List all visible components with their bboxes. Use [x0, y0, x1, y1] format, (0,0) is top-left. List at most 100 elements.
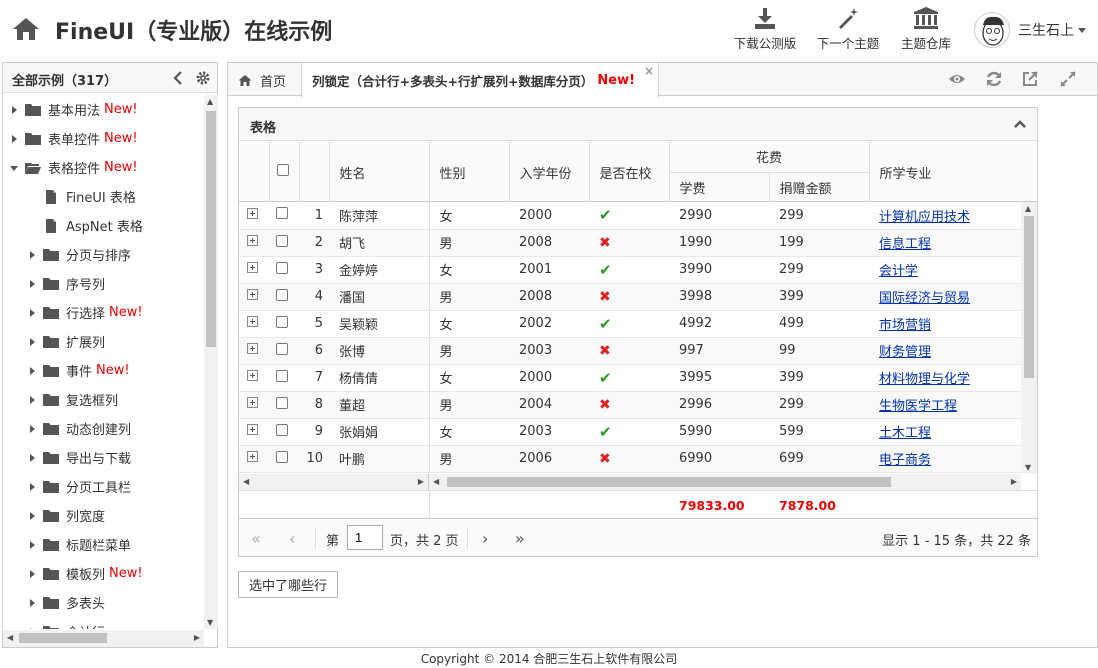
major-link[interactable]: 财务管理 — [879, 345, 931, 360]
selected-rows-button[interactable]: 选中了哪些行 — [238, 571, 338, 598]
scroll-up-icon[interactable]: ▲ — [1025, 204, 1031, 213]
expand-icon[interactable] — [1059, 70, 1077, 88]
expand-row-icon[interactable] — [247, 289, 258, 300]
sidebar-item[interactable]: FineUI 表格 — [3, 182, 203, 211]
sidebar-item[interactable]: 导出与下载 — [3, 443, 203, 472]
eye-icon[interactable] — [948, 70, 966, 88]
scroll-down-icon[interactable]: ▼ — [207, 618, 213, 627]
table-row[interactable]: 6 张博男 2003 ✖ 997 99 财务管理 — [239, 337, 1021, 365]
scrollbar-thumb[interactable] — [1024, 216, 1034, 378]
caret-right-icon[interactable] — [27, 540, 37, 550]
table-row[interactable]: 2 胡飞男 2008 ✖ 1990 199 信息工程 — [239, 229, 1021, 257]
sidebar-item[interactable]: 动态创建列 — [3, 414, 203, 443]
next-theme-button[interactable]: 下一个主题 — [816, 6, 880, 52]
caret-right-icon[interactable] — [9, 105, 19, 115]
caret-right-icon[interactable] — [27, 598, 37, 608]
sidebar-item[interactable]: 分页工具栏 — [3, 472, 203, 501]
table-row[interactable]: 4 潘国男 2008 ✖ 3998 399 国际经济与贸易 — [239, 283, 1021, 311]
column-header-major[interactable]: 所学专业 — [869, 142, 1037, 202]
external-link-icon[interactable] — [1021, 70, 1039, 88]
sidebar-item[interactable]: 序号列 — [3, 269, 203, 298]
major-link[interactable]: 市场营销 — [879, 318, 931, 333]
first-page-icon[interactable]: « — [251, 529, 261, 548]
major-link[interactable]: 生物医学工程 — [879, 399, 957, 414]
column-header-year[interactable]: 入学年份 — [509, 142, 590, 202]
home-icon[interactable] — [12, 16, 40, 42]
tab-column-lock[interactable]: 列锁定（合计行+多表头+行扩展列+数据库分页） New! × — [302, 63, 659, 97]
sidebar-item[interactable]: 合计行 — [3, 617, 203, 629]
sidebar-vertical-scrollbar[interactable]: ▲ ▼ — [204, 95, 218, 629]
table-row[interactable]: 8 董超男 2004 ✖ 2996 299 生物医学工程 — [239, 391, 1021, 419]
expand-row-icon[interactable] — [247, 316, 258, 327]
row-checkbox[interactable] — [276, 342, 288, 355]
scroll-right-icon[interactable]: ▶ — [194, 633, 200, 642]
expand-row-icon[interactable] — [247, 451, 258, 462]
column-header-donation[interactable]: 捐赠金额 — [769, 172, 870, 202]
row-checkbox[interactable] — [276, 423, 288, 436]
row-checkbox[interactable] — [276, 261, 288, 274]
expand-row-icon[interactable] — [247, 207, 258, 219]
table-row[interactable]: 3 金婷婷女 2001 ✔ 3990 299 会计学 — [239, 256, 1021, 284]
major-link[interactable]: 国际经济与贸易 — [879, 291, 970, 306]
close-icon[interactable]: × — [644, 64, 654, 78]
download-button[interactable]: 下载公测版 — [733, 6, 797, 52]
expand-row-icon[interactable] — [247, 424, 258, 435]
caret-right-icon[interactable] — [27, 453, 37, 463]
sidebar-item[interactable]: AspNet 表格 — [3, 211, 203, 240]
caret-right-icon[interactable] — [27, 482, 37, 492]
expand-row-icon[interactable] — [247, 397, 258, 408]
sidebar-item[interactable]: 标题栏菜单 — [3, 530, 203, 559]
sidebar-item[interactable]: 表单控件 New! — [3, 124, 203, 153]
last-page-icon[interactable]: » — [515, 529, 525, 548]
major-link[interactable]: 信息工程 — [879, 237, 931, 252]
major-link[interactable]: 土木工程 — [879, 426, 931, 441]
select-all-header[interactable] — [269, 142, 300, 202]
sidebar-item[interactable]: 行选择 New! — [3, 298, 203, 327]
major-link[interactable]: 会计学 — [879, 264, 918, 279]
chevron-up-icon[interactable] — [1013, 117, 1027, 131]
expand-row-icon[interactable] — [247, 343, 258, 354]
sidebar-item[interactable]: 列宽度 — [3, 501, 203, 530]
user-menu[interactable]: 三生石上 — [974, 10, 1086, 50]
sidebar-item[interactable]: 扩展列 — [3, 327, 203, 356]
gear-icon[interactable] — [195, 70, 211, 86]
caret-right-icon[interactable] — [27, 279, 37, 289]
scroll-left-icon[interactable]: ◀ — [243, 477, 249, 486]
row-checkbox[interactable] — [276, 450, 288, 463]
scroll-right-icon[interactable]: ▶ — [418, 477, 424, 486]
sidebar-item[interactable]: 事件 New! — [3, 356, 203, 385]
major-link[interactable]: 电子商务 — [879, 453, 931, 468]
scroll-down-icon[interactable]: ▼ — [1025, 463, 1031, 472]
expand-row-icon[interactable] — [247, 262, 258, 273]
sidebar-item[interactable]: 模板列 New! — [3, 559, 203, 588]
caret-right-icon[interactable] — [27, 511, 37, 521]
caret-right-icon[interactable] — [27, 395, 37, 405]
caret-right-icon[interactable] — [27, 337, 37, 347]
expand-row-icon[interactable] — [247, 235, 258, 246]
column-header-name[interactable]: 姓名 — [329, 142, 430, 202]
refresh-icon[interactable] — [985, 70, 1003, 88]
theme-gallery-button[interactable]: 主题仓库 — [898, 6, 954, 52]
expand-row-icon[interactable] — [247, 370, 258, 381]
prev-page-icon[interactable]: ‹ — [289, 529, 295, 548]
caret-right-icon[interactable] — [27, 627, 37, 630]
table-row[interactable]: 9 张娟娟女 2003 ✔ 5990 599 土木工程 — [239, 418, 1021, 446]
grid-vertical-scrollbar[interactable]: ▲ ▼ — [1021, 202, 1037, 474]
scroll-up-icon[interactable]: ▲ — [207, 97, 213, 106]
chevron-left-icon[interactable] — [171, 70, 185, 86]
caret-right-icon[interactable] — [9, 134, 19, 144]
table-row[interactable]: 5 吴颖颖女 2002 ✔ 4992 499 市场营销 — [239, 310, 1021, 338]
scrollbar-thumb[interactable] — [447, 477, 891, 487]
select-all-checkbox[interactable] — [276, 164, 289, 176]
column-header-gender[interactable]: 性别 — [429, 142, 510, 202]
row-checkbox[interactable] — [276, 315, 288, 328]
caret-right-icon[interactable] — [27, 250, 37, 260]
row-checkbox[interactable] — [276, 369, 288, 382]
table-row[interactable]: 1 陈萍萍女 2000 ✔ 2990 299 计算机应用技术 — [239, 202, 1021, 230]
row-checkbox[interactable] — [276, 396, 288, 409]
caret-right-icon[interactable] — [27, 308, 37, 318]
row-checkbox[interactable] — [276, 207, 288, 220]
scroll-right-icon[interactable]: ▶ — [1011, 477, 1017, 486]
caret-right-icon[interactable] — [27, 424, 37, 434]
grid-horizontal-scrollbar[interactable]: ◀ ▶ — [429, 474, 1021, 490]
